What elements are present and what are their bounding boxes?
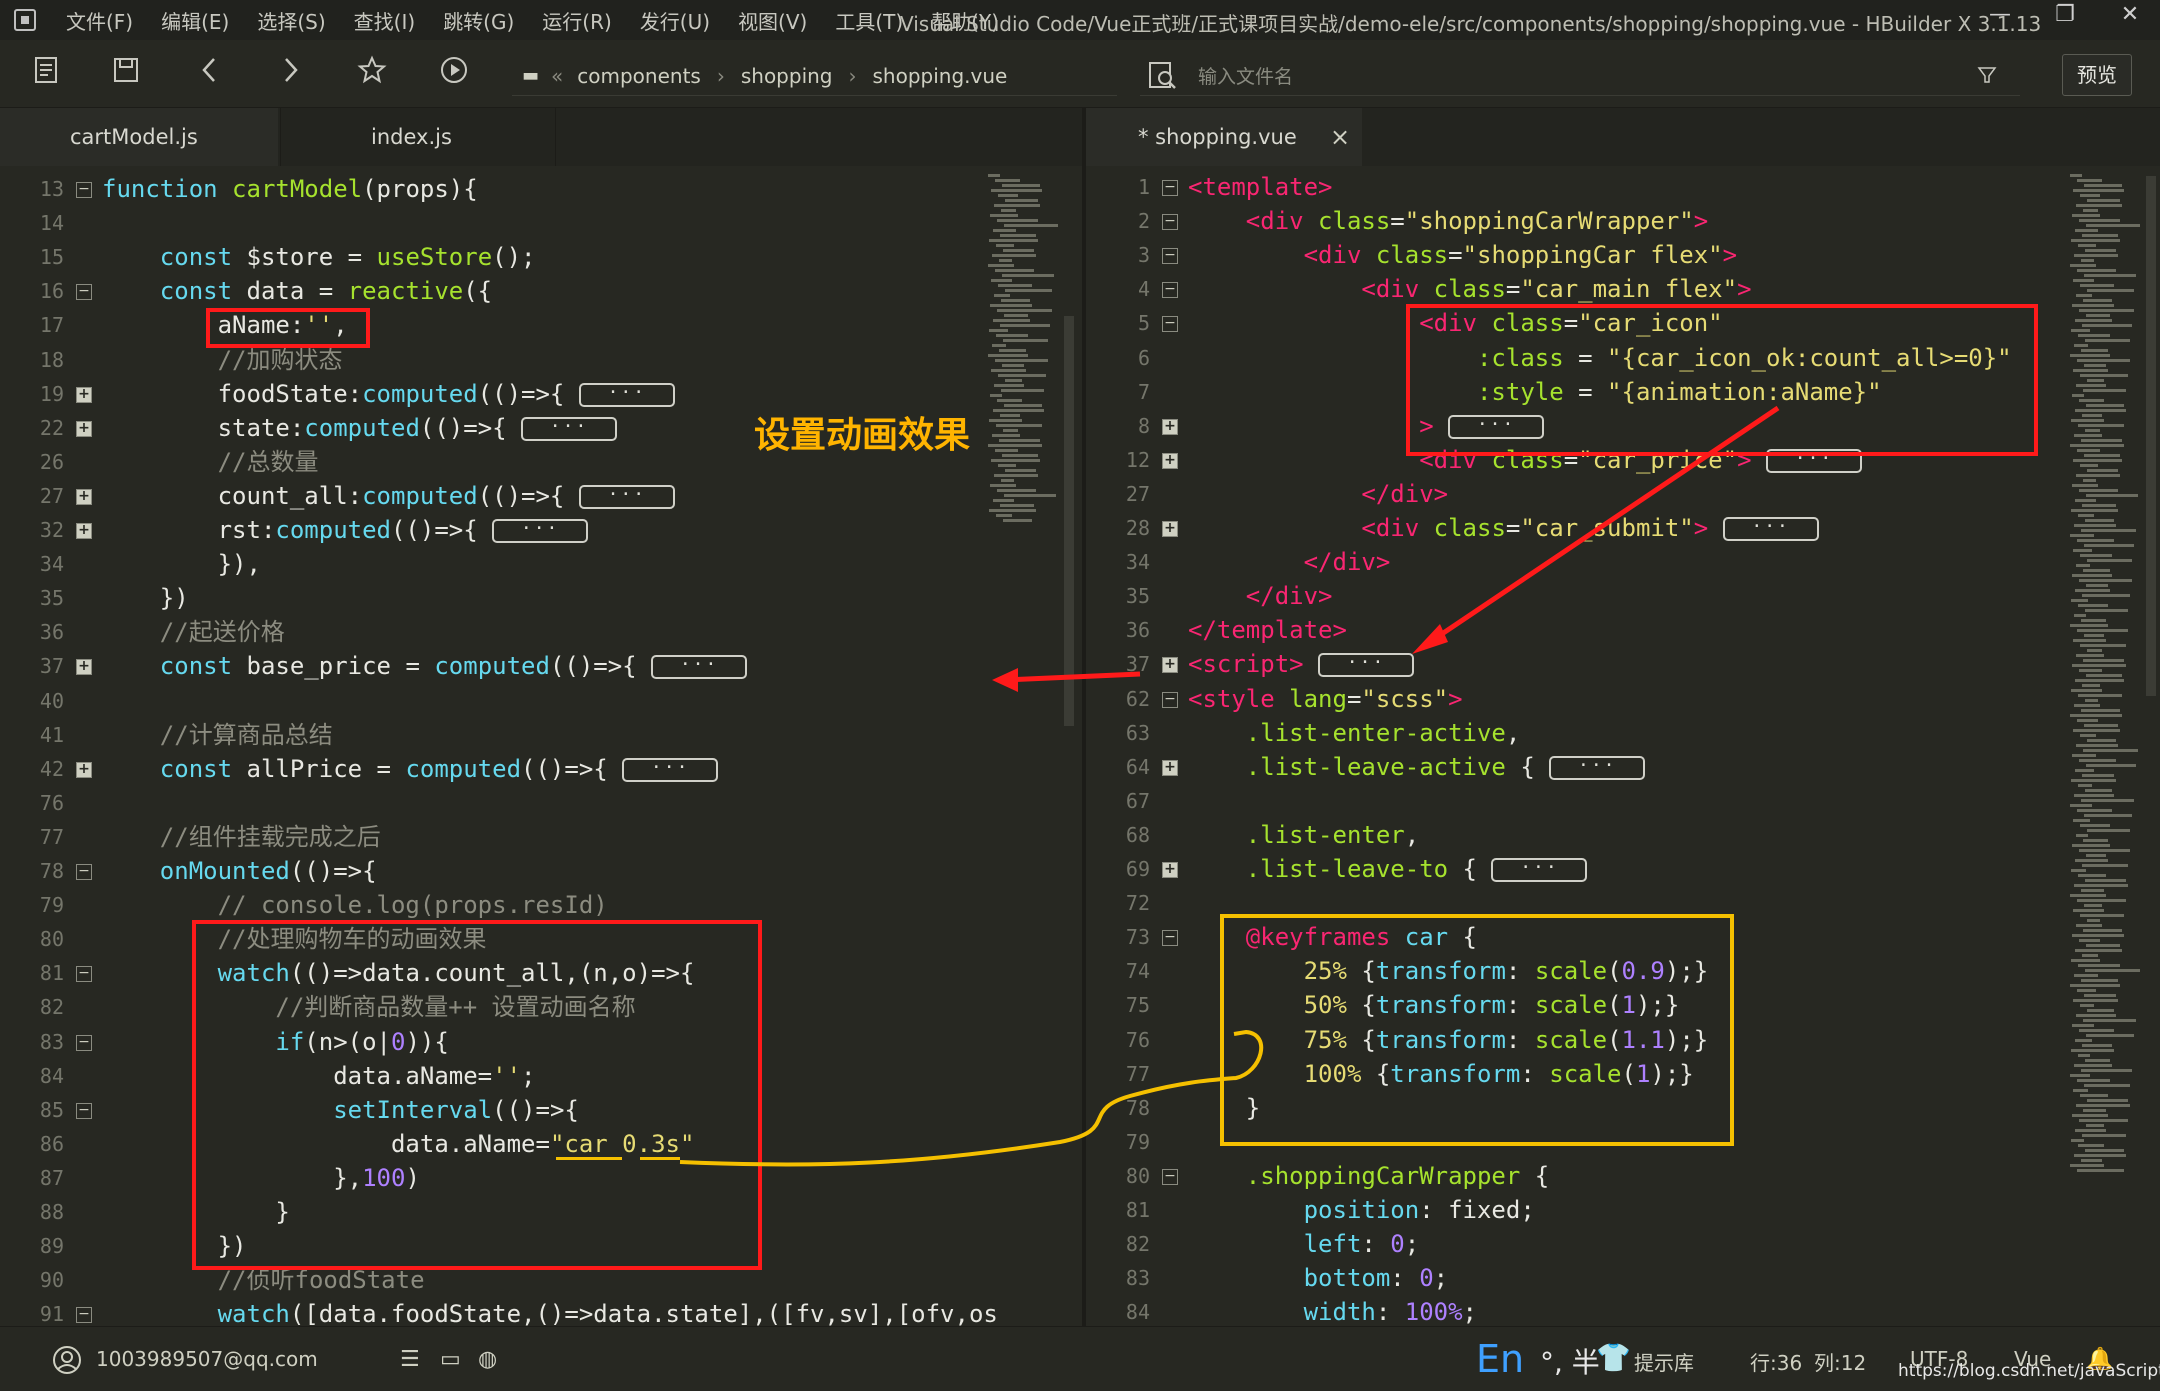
annotation-arrows xyxy=(679,405,1780,1167)
red-arrow-template xyxy=(1412,405,1780,654)
yellow-connector xyxy=(679,1029,1264,1167)
globe-icon[interactable]: ◍ xyxy=(478,1347,497,1372)
status-bar: 1003989507@qq.com ☰ ▭ ◍ En °, 半 👕 提示库 行:… xyxy=(0,1326,2160,1391)
terminal-icon[interactable]: ▭ xyxy=(440,1347,461,1372)
watermark: https://blog.csdn.net/javaScript1997 xyxy=(1898,1361,2160,1381)
cursor-row[interactable]: 行:36 xyxy=(1750,1347,1802,1376)
user-avatar-icon[interactable] xyxy=(52,1345,82,1375)
ime-options[interactable]: °, 半 xyxy=(1540,1341,1600,1381)
ime-language[interactable]: En xyxy=(1476,1337,1524,1381)
ime-skin-icon[interactable]: 👕 xyxy=(1596,1341,1631,1374)
list-icon[interactable]: ☰ xyxy=(400,1347,420,1372)
user-account[interactable]: 1003989507@qq.com xyxy=(96,1347,318,1371)
hint-library[interactable]: 提示库 xyxy=(1634,1347,1694,1376)
red-arrow-left xyxy=(992,668,1141,692)
cursor-col[interactable]: 列:12 xyxy=(1814,1347,1866,1376)
hbuilderx-window: 文件(F) 编辑(E) 选择(S) 查找(I) 跳转(G) 运行(R) 发行(U… xyxy=(0,0,2160,1391)
